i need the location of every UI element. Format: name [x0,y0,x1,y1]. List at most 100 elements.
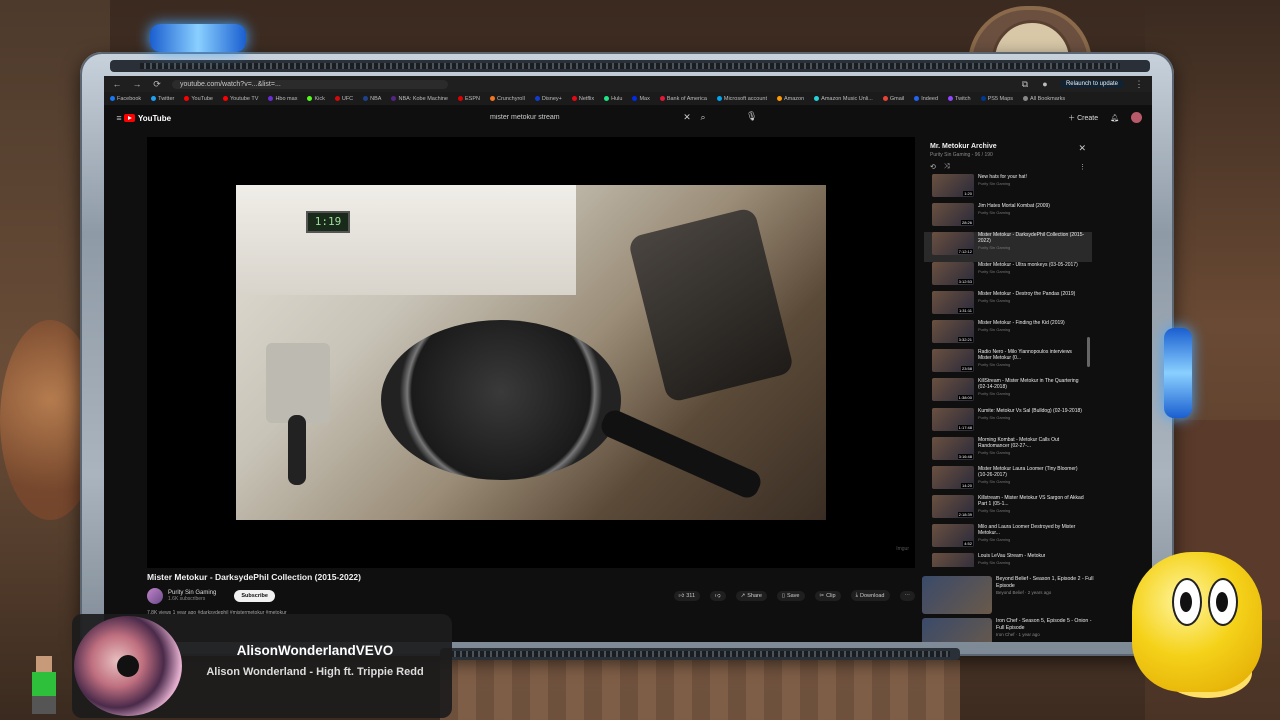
bookmark-item[interactable]: Kick [307,96,325,102]
bookmark-item[interactable]: All Bookmarks [1023,96,1065,102]
playlist-item[interactable]: 7:12:12 Mister Metokur - DarksydePhil Col… [924,232,1092,262]
playlist-items: 1:20 New hats for your hat! Purity Sin Gam… [924,174,1092,567]
menu-icon[interactable]: ⋮ [1134,79,1144,90]
koopa-eye-right [1208,578,1238,626]
playlist-title[interactable]: Mr. Metokur Archive [930,143,1086,150]
microphone-icon[interactable]: 🎙︎ [746,111,757,122]
playlist-item[interactable]: 3:16:48 Morning Kombat - Metokur Calls Ou… [924,436,1092,466]
share-label: Share [747,592,762,599]
video-duration: 4:52 [963,541,973,547]
hamburger-icon[interactable]: ≡ [114,113,124,123]
search-input[interactable] [482,113,680,122]
bookmark-item[interactable]: Crunchyroll [489,96,525,102]
bookmark-item[interactable]: UFC [334,96,353,102]
save-button[interactable]: ▯ Save [776,590,805,601]
playlist-item-channel: Purity Sin Gaming [978,449,1011,455]
playlist-item[interactable]: 3:12:53 Mister Metokur - Ultra monkeys (0… [924,261,1092,291]
playlist-thumbnail: 3:16:48 [932,436,974,460]
bookmark-item[interactable]: Disney+ [534,96,562,102]
playlist-panel: Mr. Metokur Archive Purity Sin Gaming - … [924,137,1092,567]
clip-button[interactable]: ✂ Clip [814,590,841,601]
header-actions: ＋ Create 🔔︎ [1068,112,1142,123]
notifications-bell-icon[interactable]: 🔔︎ [1110,114,1119,122]
bookmark-favicon-icon [882,96,888,101]
playlist-item-channel: Purity Sin Gaming [978,362,1011,368]
bookmark-item[interactable]: Indeed [914,96,938,102]
bookmark-item[interactable]: YouTube [184,96,213,102]
bookmark-label: Indeed [921,95,939,102]
recommended-item[interactable]: Beyond Belief - Season 1, Episode 2 - Fu… [922,576,1094,614]
frying-pan [381,320,621,480]
playlist-item-channel: Purity Sin Gaming [978,478,1011,484]
bookmark-favicon-icon [1023,96,1028,101]
bookmark-item[interactable]: Facebook [110,96,141,102]
download-button[interactable]: ⤓ Download [850,590,890,601]
bookmark-item[interactable]: Twitter [151,96,174,102]
bookmark-label: All Bookmarks [1030,95,1066,102]
forward-icon[interactable]: → [132,79,142,89]
create-button[interactable]: ＋ Create [1068,113,1098,123]
recommended-item[interactable]: Iron Chef - Season 5, Episode 5 - Onion … [922,618,1094,642]
search-icon[interactable]: ⌕ [694,112,712,123]
bookmark-item[interactable]: Amazon Music Unli... [814,96,873,102]
download-label: Download [860,592,885,599]
like-button[interactable]: 👍︎ 311 [673,590,701,601]
playlist-item[interactable]: 1:31:11 Mister Metokur - Destroy the Pand… [924,290,1092,320]
playlist-item-title: KillStream - Mister Metokur in The Quart… [978,378,1079,391]
clear-search-icon[interactable]: ✕ [680,112,694,123]
account-avatar[interactable] [1131,112,1142,123]
bookmark-item[interactable]: ESPN [458,96,480,102]
playlist-item[interactable]: 3:32:21 Mister Metokur - Finding the Kid … [924,319,1092,349]
youtube-header: ≡ YouTube ✕ ⌕ 🎙︎ ＋ Create 🔔︎ [104,105,1152,131]
video-duration: 3:32:21 [957,336,973,342]
playlist-item[interactable]: 2:18:39 Killstream - Mister Metokur VS Sa… [924,495,1092,524]
bookmark-item[interactable]: Microsoft account [716,96,767,102]
relaunch-button[interactable]: Relaunch to update [1059,80,1124,88]
playlist-menu-icon[interactable]: ⋮ [1079,163,1086,171]
playlist-item[interactable]: Louis LeVau Stream - Metokur Purity Sin G… [924,553,1092,567]
bookmark-item[interactable]: Gmail [882,96,904,102]
bookmark-item[interactable]: Max [632,96,650,102]
bookmark-item[interactable]: Netflix [571,96,594,102]
playlist-item-title: Mister Metokur - Ultra monkeys (03-05-20… [978,261,1078,268]
playlist-item[interactable]: 1:17:48 Kumite: Metokur Vs Sal (Bulldog) … [924,407,1092,437]
playlist-item[interactable]: 1:20 New hats for your hat! Purity Sin Gam… [924,174,1092,203]
playlist-item-title: New hats for your hat! [978,174,1027,180]
playlist-scrollbar[interactable] [1087,337,1090,367]
save-label: Save [786,592,800,599]
shuffle-icon[interactable]: ⤨ [944,163,950,171]
dislike-button[interactable]: 👎︎ [710,590,726,601]
bookmark-favicon-icon [334,96,340,101]
playlist-item[interactable]: 1:38:00 KillStream - Mister Metokur in Th… [924,378,1092,407]
bookmark-item[interactable]: NBA: Kobe Machine [391,96,448,102]
channel-avatar[interactable] [147,588,163,604]
bookmark-favicon-icon [814,96,820,101]
more-actions-button[interactable]: ⋯ [899,590,915,601]
video-player[interactable]: 1:19 Imgur [147,137,915,568]
address-bar[interactable]: youtube.com/watch?v=...&list=... [172,79,448,89]
youtube-logo[interactable]: YouTube [124,114,171,123]
playlist-item[interactable]: 28:26 Jim Hates Mortal Kombat (2009) Purit… [924,203,1092,232]
playlist-item[interactable]: 23:58 Radio Nero - Milo Yiannopoulos inte… [924,349,1092,378]
extensions-icon[interactable]: ⧉ [1020,79,1030,90]
video-duration: 1:38:00 [957,395,973,401]
bookmark-item[interactable]: NBA [363,96,381,102]
back-icon[interactable]: ← [112,79,122,89]
playlist-thumbnail: 7:12:12 [932,232,974,256]
reload-icon[interactable]: ⟳ [152,79,162,90]
bookmark-item[interactable]: PS5 Maps [980,96,1013,102]
subscribe-button[interactable]: Subscribe [234,590,275,602]
close-icon[interactable]: ✕ [1078,143,1086,154]
profile-icon[interactable]: ● [1040,79,1050,89]
playlist-item[interactable]: 4:52 Milo and Laura Loomer Destroyed by M… [924,524,1092,553]
bookmark-item[interactable]: Amazon [776,96,804,102]
bookmark-item[interactable]: Youtube TV [222,96,258,102]
playlist-item[interactable]: 14:20 Mister Metokur Laura Loomer (Tiny B… [924,465,1092,495]
share-icon: ↗ [740,592,746,599]
bookmark-item[interactable]: Hulu [604,96,622,102]
bookmark-item[interactable]: Bank of America [659,96,707,102]
loop-icon[interactable]: ⟲ [930,163,936,171]
share-button[interactable]: ↗ Share [735,590,767,601]
bookmark-item[interactable]: Twitch [948,96,971,102]
bookmark-item[interactable]: Hbo max [268,96,297,102]
